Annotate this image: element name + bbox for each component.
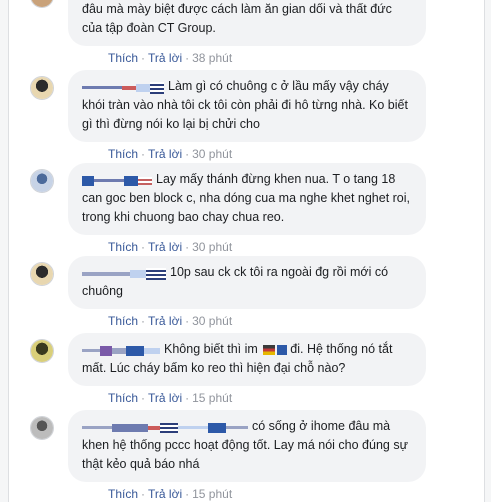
redacted-name[interactable] <box>82 78 164 94</box>
comment-time[interactable]: 30 phút <box>192 240 232 254</box>
redacted-word <box>263 344 276 355</box>
comment-bubble: đâu mà mày biệt được cách làm ăn gian dố… <box>68 0 426 46</box>
reply-link[interactable]: Trả lời <box>148 147 182 161</box>
separator-dot: · <box>185 240 190 254</box>
comment-time[interactable]: 30 phút <box>192 147 232 161</box>
redacted-name[interactable] <box>82 341 160 356</box>
avatar[interactable] <box>30 169 54 193</box>
comment-actions: Thích · Trả lời · 15 phút <box>108 391 481 405</box>
avatar[interactable] <box>30 0 54 8</box>
separator-dot: · <box>185 314 190 328</box>
comment-item: 10p sau ck ck tôi ra ngoài đg rồi mới có… <box>30 256 481 328</box>
like-link[interactable]: Thích <box>108 391 138 405</box>
redacted-name[interactable] <box>82 171 152 186</box>
comment-item: Lay mấy thánh đừng khen nua. T o tang 18… <box>30 163 481 254</box>
separator-dot: · <box>141 314 146 328</box>
comment-bubble: có sống ở ihome đâu mà khen hệ thống pcc… <box>68 410 426 482</box>
comment-actions: Thích · Trả lời · 30 phút <box>108 314 481 328</box>
comment-item: Không biết thì im đi. Hệ thống nó tắt mấ… <box>30 333 481 405</box>
separator-dot: · <box>185 51 190 65</box>
reply-link[interactable]: Trả lời <box>148 487 182 501</box>
like-link[interactable]: Thích <box>108 51 138 65</box>
comment-bubble: 10p sau ck ck tôi ra ngoài đg rồi mới có… <box>68 256 426 309</box>
avatar[interactable] <box>30 76 54 100</box>
comment-time[interactable]: 15 phút <box>192 391 232 405</box>
avatar[interactable] <box>30 416 54 440</box>
comment-item: đâu mà mày biệt được cách làm ăn gian dố… <box>30 0 481 65</box>
comment-item: Làm gì có chuông c ở lầu mấy vậy cháy kh… <box>30 70 481 161</box>
reply-link[interactable]: Trả lời <box>148 391 182 405</box>
page-left-border <box>0 0 9 502</box>
separator-dot: · <box>141 147 146 161</box>
comment-bubble: Không biết thì im đi. Hệ thống nó tắt mấ… <box>68 333 426 386</box>
like-link[interactable]: Thích <box>108 240 138 254</box>
redacted-name[interactable] <box>82 418 248 433</box>
separator-dot: · <box>185 147 190 161</box>
comment-actions: Thích · Trả lời · 30 phút <box>108 240 481 254</box>
comment-time[interactable]: 38 phút <box>192 51 232 65</box>
like-link[interactable]: Thích <box>108 147 138 161</box>
comment-actions: Thích · Trả lời · 15 phút <box>108 487 481 501</box>
redacted-word <box>277 344 288 355</box>
like-link[interactable]: Thích <box>108 487 138 501</box>
separator-dot: · <box>185 487 190 501</box>
separator-dot: · <box>185 391 190 405</box>
comment-bubble: Làm gì có chuông c ở lầu mấy vậy cháy kh… <box>68 70 426 142</box>
comment-time[interactable]: 30 phút <box>192 314 232 328</box>
comment-item: có sống ở ihome đâu mà khen hệ thống pcc… <box>30 410 481 501</box>
page-right-border <box>484 0 491 502</box>
comment-actions: Thích · Trả lời · 38 phút <box>108 51 481 65</box>
reply-link[interactable]: Trả lời <box>148 314 182 328</box>
avatar[interactable] <box>30 339 54 363</box>
separator-dot: · <box>141 51 146 65</box>
comment-text: Không biết thì im <box>164 342 258 356</box>
separator-dot: · <box>141 391 146 405</box>
comment-text: đâu mà mày biệt được cách làm ăn gian dố… <box>82 2 392 35</box>
redacted-name[interactable] <box>82 264 166 280</box>
comment-actions: Thích · Trả lời · 30 phút <box>108 147 481 161</box>
reply-link[interactable]: Trả lời <box>148 240 182 254</box>
separator-dot: · <box>141 487 146 501</box>
avatar[interactable] <box>30 262 54 286</box>
comment-bubble: Lay mấy thánh đừng khen nua. T o tang 18… <box>68 163 426 235</box>
comment-time[interactable]: 15 phút <box>192 487 232 501</box>
like-link[interactable]: Thích <box>108 314 138 328</box>
reply-link[interactable]: Trả lời <box>148 51 182 65</box>
separator-dot: · <box>141 240 146 254</box>
